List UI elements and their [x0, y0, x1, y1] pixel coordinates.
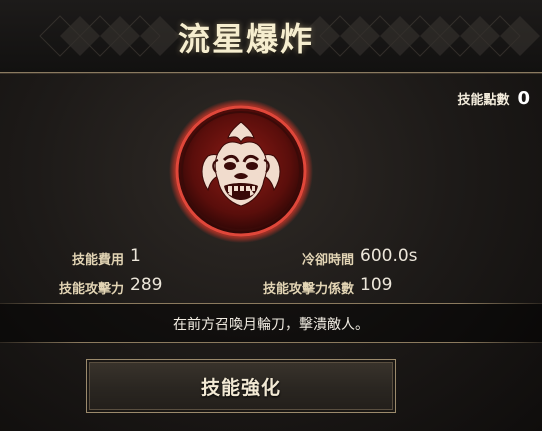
cooldown-value: 600.0s [360, 246, 418, 266]
header-bar: 流星爆炸 [0, 0, 542, 73]
skill-points-label: 技能點數 [457, 93, 510, 108]
skill-points: 技能點數 0 [457, 88, 530, 109]
attack-power-value: 289 [130, 275, 163, 295]
enhance-skill-button[interactable]: 技能強化 [86, 359, 396, 413]
enhance-skill-label: 技能強化 [200, 376, 281, 399]
skill-cost-label: 技能費用 [71, 253, 124, 268]
skill-detail-panel: 流星爆炸 技能點數 0 技能費用 1 冷卻時間 600.0s 技能攻擊力 289… [0, 0, 542, 431]
skill-description: 在前方召喚月輪刀，擊潰敵人。 [173, 317, 369, 333]
cooldown-label: 冷卻時間 [301, 253, 354, 268]
skill-title: 流星爆炸 [178, 20, 315, 58]
attack-coef-label: 技能攻擊力係數 [262, 282, 354, 297]
attack-coef-value: 109 [360, 275, 393, 295]
skill-cost-value: 1 [130, 246, 141, 266]
oni-demon-mask-icon [169, 99, 313, 243]
skill-points-value: 0 [517, 88, 530, 109]
divider-bottom [0, 342, 542, 343]
attack-power-label: 技能攻擊力 [58, 282, 124, 297]
